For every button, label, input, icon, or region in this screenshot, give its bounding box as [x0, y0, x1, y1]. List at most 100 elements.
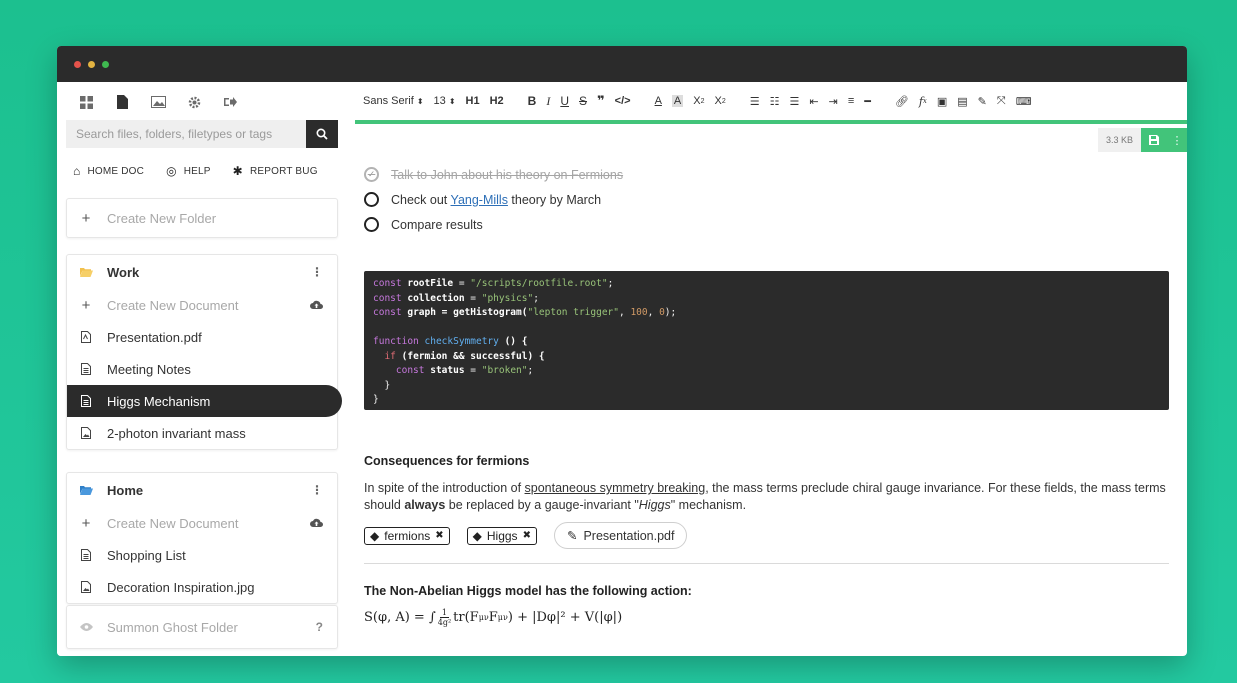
- heading-2-button[interactable]: H2: [490, 95, 504, 107]
- code-variable: status: [430, 365, 465, 376]
- file-size: 3.3 KB: [1097, 128, 1141, 152]
- document-item-presentation[interactable]: Presentation.pdf: [67, 321, 337, 353]
- bug-icon: ✱: [232, 164, 243, 178]
- tag-label: fermions: [384, 528, 431, 543]
- section-heading: The Non-Abelian Higgs model has the foll…: [364, 584, 692, 598]
- file-icon[interactable]: [113, 93, 131, 111]
- ordered-list-icon[interactable]: ☷: [770, 95, 780, 108]
- close-window-button[interactable]: [74, 61, 81, 68]
- math-formula[interactable]: S(φ, A) = ∫ 1 4g² tr(F μν Fμν) + |Dφ|² + V(…: [364, 608, 1169, 627]
- search-input[interactable]: [66, 120, 306, 148]
- task-suffix: theory by March: [507, 192, 602, 207]
- task-item[interactable]: ✓ Talk to John about his theory on Fermi…: [364, 162, 1169, 187]
- remove-tag-icon[interactable]: ✖: [523, 530, 531, 541]
- image-icon[interactable]: [149, 93, 167, 111]
- task-item[interactable]: Compare results: [364, 212, 1169, 237]
- paragraph-bold: always: [404, 498, 446, 512]
- save-button[interactable]: [1141, 128, 1167, 152]
- tag-higgs[interactable]: ◆ Higgs ✖: [466, 526, 537, 545]
- logout-icon[interactable]: [221, 93, 239, 111]
- formula-part: S(φ, A) = ∫: [364, 610, 436, 625]
- home-doc-link[interactable]: ⌂ HOME DOC: [73, 164, 144, 178]
- attachment-icon[interactable]: ✎: [978, 95, 987, 108]
- paragraph: In spite of the introduction of spontane…: [364, 480, 1169, 514]
- horizontal-rule-icon[interactable]: ━: [864, 95, 871, 108]
- folder-menu-icon[interactable]: ⋮: [311, 265, 323, 279]
- document-item-shopping-list[interactable]: Shopping List: [67, 539, 337, 571]
- folder-work-header[interactable]: Work ⋮: [67, 255, 337, 289]
- more-options-icon[interactable]: ⋮: [1167, 128, 1187, 152]
- code-block[interactable]: const rootFile = "/scripts/rootfile.root…: [364, 271, 1169, 410]
- outdent-icon[interactable]: ⇤: [809, 95, 818, 108]
- create-new-document-button[interactable]: + Create New Document: [67, 507, 337, 539]
- code-string: "lepton trigger": [527, 307, 619, 318]
- folder-menu-icon[interactable]: ⋮: [311, 483, 323, 497]
- summon-ghost-folder-button[interactable]: Summon Ghost Folder ?: [67, 606, 337, 648]
- strike-button[interactable]: S: [579, 94, 587, 108]
- code-string: "broken": [481, 365, 528, 376]
- cloud-upload-icon[interactable]: [310, 516, 323, 530]
- yang-mills-link[interactable]: Yang-Mills: [451, 193, 508, 207]
- unchecked-circle-icon[interactable]: [364, 192, 379, 207]
- document-label: Presentation.pdf: [107, 329, 202, 345]
- keyboard-icon[interactable]: ⌨: [1016, 95, 1032, 108]
- gear-icon[interactable]: [185, 93, 203, 111]
- subscript-icon[interactable]: X2: [693, 95, 704, 107]
- ghost-help-icon[interactable]: ?: [316, 620, 323, 634]
- unchecked-circle-icon[interactable]: [364, 217, 379, 232]
- tag-icon: ◆: [370, 528, 380, 543]
- document-item-decoration[interactable]: Decoration Inspiration.jpg: [67, 571, 337, 603]
- minimize-window-button[interactable]: [88, 61, 95, 68]
- document-item-2-photon[interactable]: 2-photon invariant mass: [67, 417, 337, 449]
- fraction-denominator: 4g²: [437, 618, 452, 627]
- insert-image-icon[interactable]: ▣: [937, 95, 947, 108]
- search-button[interactable]: [306, 120, 338, 148]
- font-size-select[interactable]: 13 ⬍: [434, 95, 456, 107]
- code-icon[interactable]: </>: [615, 95, 631, 107]
- formula-icon[interactable]: fx: [919, 95, 927, 108]
- heading-1-button[interactable]: H1: [466, 95, 480, 107]
- tag-fermions[interactable]: ◆ fermions ✖: [364, 526, 450, 545]
- home-doc-label: HOME DOC: [87, 165, 145, 177]
- folder-home-header[interactable]: Home ⋮: [67, 473, 337, 507]
- document-item-higgs-mechanism[interactable]: Higgs Mechanism: [67, 385, 342, 417]
- align-icon[interactable]: ≡: [848, 95, 854, 107]
- folder-open-icon: [79, 267, 93, 277]
- document-item-meeting-notes[interactable]: Meeting Notes: [67, 353, 337, 385]
- remove-tag-icon[interactable]: ✖: [435, 530, 443, 541]
- status-row: 3.3 KB ⋮: [1097, 128, 1187, 152]
- create-new-folder-button[interactable]: + Create New Folder: [67, 199, 337, 237]
- maximize-window-button[interactable]: [102, 61, 109, 68]
- attachment-chip[interactable]: ✎ Presentation.pdf: [553, 522, 688, 549]
- grid-icon[interactable]: [77, 93, 95, 111]
- task-item[interactable]: Check out Yang-Mills theory by March: [364, 187, 1169, 212]
- highlight-icon[interactable]: A: [671, 95, 684, 107]
- checklist-icon[interactable]: ☰: [750, 95, 760, 108]
- code-keyword: const: [373, 307, 402, 318]
- tag-row: ◆ fermions ✖ ◆ Higgs ✖ ✎ Presentation.pdf: [364, 522, 1169, 549]
- symmetry-breaking-link[interactable]: spontaneous symmetry breaking: [525, 481, 706, 495]
- bullet-list-icon[interactable]: ☰: [790, 95, 800, 108]
- indent-icon[interactable]: ⇥: [829, 95, 838, 108]
- document-label: 2-photon invariant mass: [107, 425, 246, 441]
- cloud-upload-icon[interactable]: [310, 298, 323, 312]
- code-operator: =: [453, 278, 471, 289]
- checked-circle-icon[interactable]: ✓: [364, 167, 379, 182]
- document-label: Decoration Inspiration.jpg: [107, 579, 255, 595]
- report-bug-link[interactable]: ✱ REPORT BUG: [233, 164, 318, 178]
- create-new-document-button[interactable]: + Create New Document: [67, 289, 337, 321]
- link-icon[interactable]: 🔗︎: [895, 95, 909, 108]
- paragraph-text: In spite of the introduction of: [364, 481, 525, 495]
- help-link[interactable]: ◎ HELP: [166, 164, 211, 178]
- quote-icon[interactable]: ❞: [597, 93, 605, 109]
- formula-fraction: 1 4g²: [438, 608, 451, 627]
- bold-button[interactable]: B: [528, 94, 537, 108]
- video-icon[interactable]: ▤: [957, 95, 967, 108]
- paragraph-italic: Higgs: [638, 498, 671, 512]
- superscript-icon[interactable]: X2: [715, 95, 726, 107]
- underline-button[interactable]: U: [560, 94, 569, 108]
- text-color-icon[interactable]: A: [655, 95, 662, 107]
- font-family-select[interactable]: Sans Serif ⬍: [363, 95, 424, 107]
- fullscreen-icon[interactable]: ⤧: [997, 95, 1006, 108]
- italic-button[interactable]: I: [546, 94, 550, 109]
